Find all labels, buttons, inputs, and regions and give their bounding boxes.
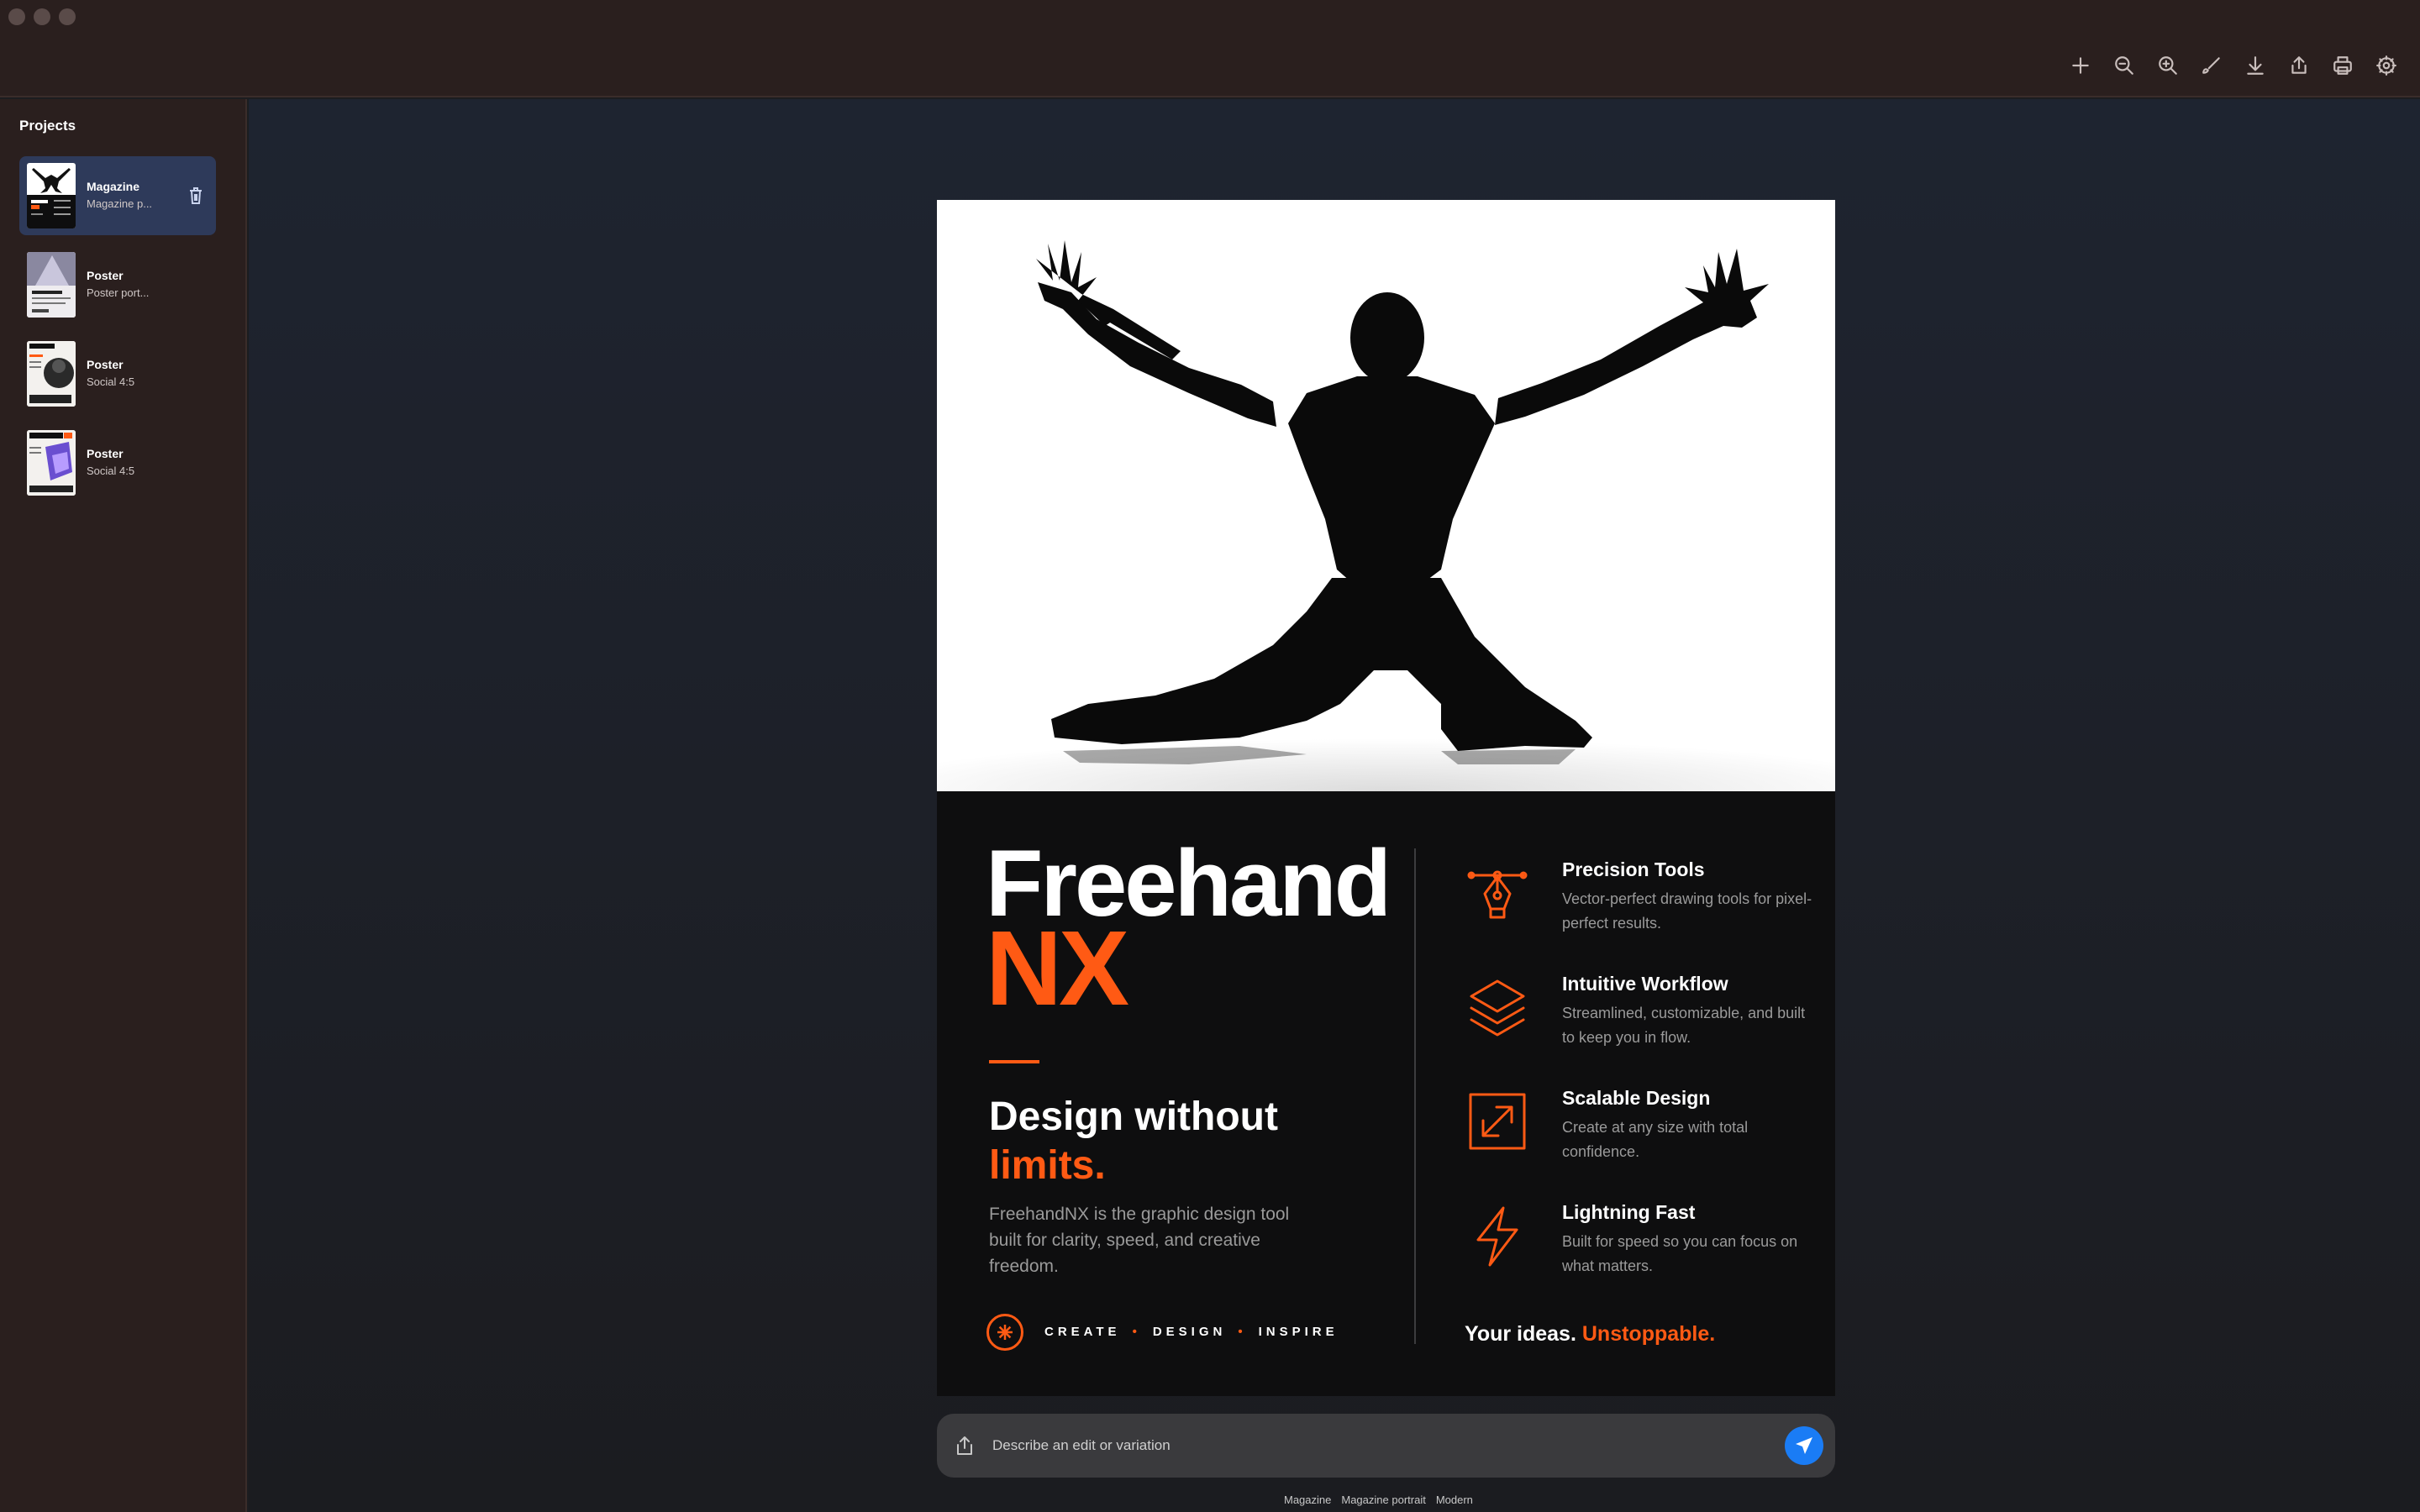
motto-word: INSPIRE: [1258, 1325, 1339, 1339]
download-icon[interactable]: [2242, 52, 2269, 79]
project-item-poster-3[interactable]: Poster Social 4:5: [19, 423, 216, 502]
poster-artboard[interactable]: Freehand NX Design without limits. Freeh…: [937, 200, 1835, 1396]
feature-scalable-design: Scalable Design Create at any size with …: [1466, 1087, 1819, 1179]
window-controls: [8, 8, 76, 25]
chip-magazine-portrait[interactable]: Magazine portrait: [1341, 1494, 1425, 1506]
accent-rule: [989, 1060, 1039, 1063]
layers-icon: [1466, 976, 1528, 1038]
send-button[interactable]: [1785, 1426, 1823, 1465]
dancer-silhouette-image: [937, 200, 1835, 791]
feature-description: Built for speed so you can focus on what…: [1562, 1233, 1798, 1274]
settings-icon[interactable]: [2373, 52, 2400, 79]
prompt-bar: [937, 1414, 1835, 1478]
send-icon: [1796, 1437, 1812, 1454]
toolbar: [2067, 52, 2400, 79]
feature-title: Intuitive Workflow: [1562, 973, 1728, 995]
print-icon[interactable]: [2329, 52, 2356, 79]
project-thumbnail: [27, 252, 76, 318]
sidebar: Projects Magazine Magazine p... Poster P…: [0, 99, 247, 1512]
zoom-window-button[interactable]: [59, 8, 76, 25]
brand-title-line2: NX: [986, 909, 1129, 1027]
resize-arrows-icon: [1466, 1090, 1528, 1152]
trash-icon[interactable]: [187, 186, 204, 205]
feature-description: Streamlined, customizable, and built to …: [1562, 1005, 1806, 1046]
tag-chips: Magazine Magazine portrait Modern: [1284, 1494, 1473, 1506]
project-name: Poster: [87, 269, 124, 282]
zoom-in-icon[interactable]: [2154, 52, 2181, 79]
feature-title: Precision Tools: [1562, 858, 1705, 880]
share-icon[interactable]: [2286, 52, 2312, 79]
project-subtitle: Social 4:5: [87, 375, 135, 388]
minimize-window-button[interactable]: [34, 8, 50, 25]
poster-description: FreehandNX is the graphic design tool bu…: [989, 1205, 1290, 1276]
title-bar: [0, 0, 2420, 97]
chip-magazine[interactable]: Magazine: [1284, 1494, 1331, 1506]
project-name: Poster: [87, 358, 124, 371]
tagline-line1: Design without: [989, 1095, 1278, 1139]
feature-description: Create at any size with total confidence…: [1562, 1119, 1749, 1160]
tagline-line2: limits.: [989, 1143, 1106, 1188]
project-thumbnail: [27, 163, 76, 228]
motto-separator: •: [1132, 1325, 1141, 1339]
project-item-poster-2[interactable]: Poster Social 4:5: [19, 334, 216, 413]
project-item-poster-1[interactable]: Poster Poster port...: [19, 245, 216, 324]
sidebar-title: Projects: [19, 118, 76, 134]
motto-word: CREATE: [1044, 1325, 1121, 1339]
project-subtitle: Social 4:5: [87, 465, 135, 477]
project-name: Poster: [87, 447, 124, 460]
close-window-button[interactable]: [8, 8, 25, 25]
claim-plain: Your ideas.: [1465, 1322, 1576, 1346]
asterisk-badge-icon: [986, 1314, 1023, 1351]
motto: CREATE • DESIGN • INSPIRE: [1044, 1325, 1339, 1339]
lightning-icon: [1466, 1205, 1528, 1267]
vertical-divider: [1414, 848, 1416, 1344]
project-thumbnail: [27, 341, 76, 407]
motto-word: DESIGN: [1152, 1325, 1227, 1339]
brush-icon[interactable]: [2198, 52, 2225, 79]
feature-lightning-fast: Lightning Fast Built for speed so you ca…: [1466, 1201, 1819, 1294]
feature-intuitive-workflow: Intuitive Workflow Streamlined, customiz…: [1466, 973, 1819, 1065]
chip-modern[interactable]: Modern: [1436, 1494, 1473, 1506]
project-subtitle: Magazine p...: [87, 197, 153, 210]
project-item-magazine[interactable]: Magazine Magazine p...: [19, 156, 216, 235]
project-subtitle: Poster port...: [87, 286, 150, 299]
feature-title: Scalable Design: [1562, 1087, 1711, 1109]
project-thumbnail: [27, 430, 76, 496]
feature-title: Lightning Fast: [1562, 1201, 1696, 1223]
project-name: Magazine: [87, 180, 140, 193]
feature-description: Vector-perfect drawing tools for pixel-p…: [1562, 890, 1812, 932]
prompt-input[interactable]: [992, 1429, 1749, 1462]
attach-upload-icon[interactable]: [955, 1436, 974, 1456]
motto-separator: •: [1238, 1325, 1247, 1339]
pen-nib-icon: [1466, 862, 1528, 924]
poster-claim: Your ideas. Unstoppable.: [1465, 1322, 1715, 1347]
plus-icon[interactable]: [2067, 52, 2094, 79]
feature-precision-tools: Precision Tools Vector-perfect drawing t…: [1466, 858, 1819, 951]
claim-accent: Unstoppable.: [1581, 1322, 1716, 1346]
zoom-out-icon[interactable]: [2111, 52, 2138, 79]
